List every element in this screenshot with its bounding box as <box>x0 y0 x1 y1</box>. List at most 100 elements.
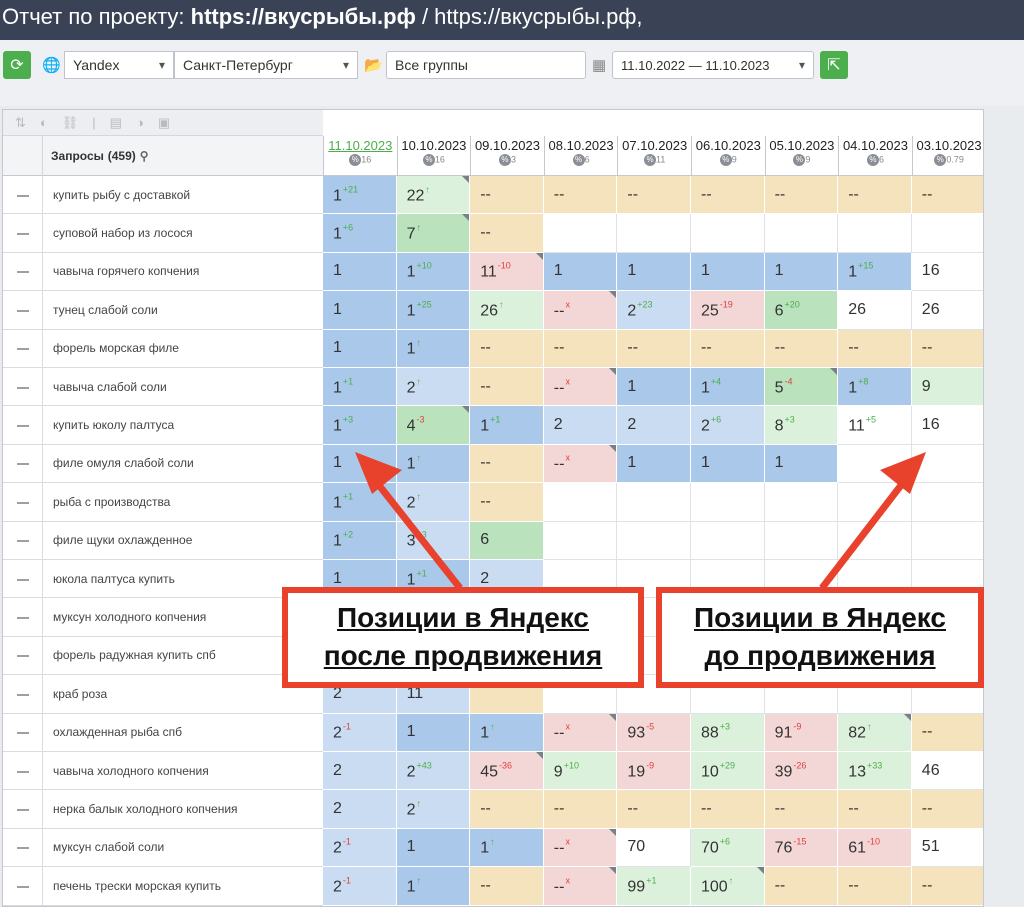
position-cell[interactable]: -- <box>838 867 912 906</box>
position-cell[interactable]: 2+6 <box>691 406 765 445</box>
row-collapse-toggle[interactable] <box>3 176 43 214</box>
position-cell[interactable]: -- <box>764 867 839 906</box>
position-cell[interactable]: 22↑ <box>396 176 471 215</box>
export-button[interactable]: ⇱ <box>820 51 848 79</box>
position-cell[interactable]: 1 <box>323 329 397 368</box>
queries-title[interactable]: Запросы (459) ⚲ <box>51 147 149 163</box>
position-cell[interactable]: -- <box>470 329 544 368</box>
toggle-icon[interactable]: ◐ <box>40 115 48 130</box>
position-cell[interactable]: 1 <box>617 252 691 292</box>
position-cell[interactable]: 1↑ <box>396 444 471 484</box>
position-cell[interactable]: -- <box>470 483 544 522</box>
refresh-button[interactable]: ⟳ <box>3 51 31 79</box>
position-cell[interactable]: 13+33 <box>838 752 912 791</box>
position-cell[interactable]: -- <box>911 713 983 752</box>
position-cell[interactable]: 61-10 <box>838 828 912 868</box>
position-cell[interactable]: 2+23 <box>617 291 691 330</box>
position-cell[interactable]: 1 <box>323 252 397 292</box>
position-cell[interactable] <box>543 521 618 560</box>
position-cell[interactable]: -- <box>838 790 912 829</box>
table-row[interactable]: краб роза <box>3 675 323 714</box>
table-row[interactable]: купить рыбу с доставкой <box>3 176 323 215</box>
position-cell[interactable]: 3+3 <box>396 521 471 560</box>
table-row[interactable]: юкола палтуса купить <box>3 560 323 599</box>
contrast-icon[interactable]: ◑ <box>136 115 144 130</box>
position-cell[interactable]: --x <box>543 713 618 752</box>
position-cell[interactable]: -- <box>543 790 618 829</box>
date-column-header[interactable]: 09.10.2023% 3 <box>470 136 544 176</box>
position-cell[interactable]: 26 <box>838 291 912 330</box>
row-collapse-toggle[interactable] <box>3 867 43 905</box>
position-cell[interactable]: -- <box>617 329 691 368</box>
position-cell[interactable]: 2↑ <box>396 483 471 522</box>
row-collapse-toggle[interactable] <box>3 368 43 406</box>
table-row[interactable]: форель радужная купить спб <box>3 636 323 676</box>
table-row[interactable]: чавыча слабой соли <box>3 368 323 407</box>
position-cell[interactable]: -- <box>764 176 839 215</box>
position-cell[interactable]: -- <box>470 176 544 215</box>
position-cell[interactable]: 1↑ <box>470 713 544 752</box>
position-cell[interactable]: 9 <box>911 368 983 407</box>
position-cell[interactable]: 99+1 <box>617 867 691 906</box>
position-cell[interactable]: 2-1 <box>323 713 397 752</box>
table-row[interactable]: филе омуля слабой соли <box>3 444 323 484</box>
row-collapse-toggle[interactable] <box>3 214 43 252</box>
position-cell[interactable]: 1 <box>691 252 765 292</box>
table-row[interactable]: тунец слабой соли <box>3 291 323 330</box>
position-cell[interactable] <box>838 444 912 484</box>
table-row[interactable]: рыба с производства <box>3 483 323 522</box>
position-cell[interactable]: 1+8 <box>838 368 912 407</box>
position-cell[interactable]: 1 <box>543 252 618 292</box>
position-cell[interactable]: 1+15 <box>838 252 912 292</box>
row-collapse-toggle[interactable] <box>3 483 43 521</box>
row-collapse-toggle[interactable] <box>3 636 43 675</box>
position-cell[interactable]: 10+29 <box>691 752 765 791</box>
date-column-header[interactable]: 04.10.2023% 6 <box>838 136 912 176</box>
position-cell[interactable]: 88+3 <box>691 713 765 752</box>
table-row[interactable]: купить юколу палтуса <box>3 406 323 445</box>
row-collapse-toggle[interactable] <box>3 444 43 483</box>
position-cell[interactable]: -- <box>543 329 618 368</box>
row-collapse-toggle[interactable] <box>3 406 43 444</box>
position-cell[interactable] <box>838 483 912 522</box>
position-cell[interactable] <box>764 214 839 253</box>
position-cell[interactable] <box>617 483 691 522</box>
position-cell[interactable] <box>764 483 839 522</box>
region-select[interactable]: Санкт-Петербург ▾ <box>174 51 358 79</box>
row-collapse-toggle[interactable] <box>3 752 43 790</box>
position-cell[interactable]: 82↑ <box>838 713 912 752</box>
position-cell[interactable]: -- <box>691 790 765 829</box>
position-cell[interactable]: --x <box>543 368 618 407</box>
table-row[interactable]: форель морская филе <box>3 329 323 368</box>
position-cell[interactable]: 1+2 <box>323 521 397 560</box>
position-cell[interactable]: 16 <box>911 252 983 292</box>
position-cell[interactable]: 1+3 <box>323 406 397 445</box>
position-cell[interactable]: 70 <box>617 828 691 868</box>
row-collapse-toggle[interactable] <box>3 598 43 636</box>
sort-icon[interactable]: ⇅ <box>15 115 26 131</box>
position-cell[interactable]: 1 <box>396 713 471 752</box>
row-collapse-toggle[interactable] <box>3 560 43 598</box>
position-cell[interactable]: 8+3 <box>764 406 839 445</box>
position-cell[interactable]: 1 <box>617 444 691 484</box>
table-row[interactable]: чавыча горячего копчения <box>3 252 323 292</box>
date-range-select[interactable]: 11.10.2022 — 11.10.2023 ▾ <box>612 51 814 79</box>
search-icon[interactable]: ⚲ <box>140 149 149 163</box>
position-cell[interactable]: -- <box>911 176 983 215</box>
position-cell[interactable] <box>617 214 691 253</box>
position-cell[interactable]: -- <box>543 176 618 215</box>
position-cell[interactable]: 46 <box>911 752 983 791</box>
position-cell[interactable]: 45-36 <box>470 752 544 791</box>
stats-icon[interactable]: ▣ <box>158 115 170 131</box>
row-collapse-toggle[interactable] <box>3 828 43 867</box>
date-column-header[interactable]: 07.10.2023% 11 <box>617 136 691 176</box>
position-cell[interactable]: 1 <box>764 252 839 292</box>
table-row[interactable]: чавыча холодного копчения <box>3 752 323 791</box>
position-cell[interactable]: -- <box>470 790 544 829</box>
position-cell[interactable] <box>764 521 839 560</box>
position-cell[interactable]: 26↑ <box>470 291 544 330</box>
position-cell[interactable]: 2 <box>323 790 397 829</box>
position-cell[interactable]: 1 <box>323 291 397 330</box>
position-cell[interactable]: --x <box>543 828 618 868</box>
position-cell[interactable]: -- <box>470 444 544 484</box>
